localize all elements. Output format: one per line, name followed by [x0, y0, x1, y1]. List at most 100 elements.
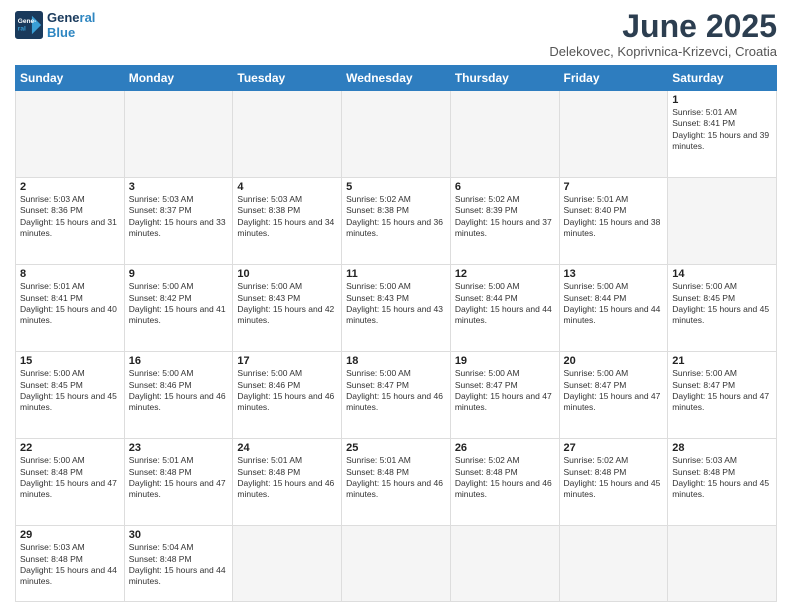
- table-row: [450, 526, 559, 602]
- table-row: [450, 91, 559, 178]
- day-number: 13: [564, 268, 664, 280]
- day-number: 15: [20, 355, 120, 367]
- col-tuesday: Tuesday: [233, 66, 342, 91]
- day-detail: Sunrise: 5:00 AMSunset: 8:47 PMDaylight:…: [455, 368, 555, 414]
- table-row: 15Sunrise: 5:00 AMSunset: 8:45 PMDayligh…: [16, 352, 125, 439]
- day-number: 11: [346, 268, 446, 280]
- day-detail: Sunrise: 5:03 AMSunset: 8:38 PMDaylight:…: [237, 194, 337, 240]
- table-row: 25Sunrise: 5:01 AMSunset: 8:48 PMDayligh…: [342, 439, 451, 526]
- table-row: 2Sunrise: 5:03 AMSunset: 8:36 PMDaylight…: [16, 178, 125, 265]
- day-number: 7: [564, 181, 664, 193]
- day-detail: Sunrise: 5:00 AMSunset: 8:44 PMDaylight:…: [455, 281, 555, 327]
- day-detail: Sunrise: 5:02 AMSunset: 8:48 PMDaylight:…: [564, 455, 664, 501]
- day-detail: Sunrise: 5:00 AMSunset: 8:47 PMDaylight:…: [672, 368, 772, 414]
- table-row: 24Sunrise: 5:01 AMSunset: 8:48 PMDayligh…: [233, 439, 342, 526]
- day-detail: Sunrise: 5:02 AMSunset: 8:38 PMDaylight:…: [346, 194, 446, 240]
- day-detail: Sunrise: 5:00 AMSunset: 8:46 PMDaylight:…: [129, 368, 229, 414]
- col-wednesday: Wednesday: [342, 66, 451, 91]
- table-row: 14Sunrise: 5:00 AMSunset: 8:45 PMDayligh…: [668, 265, 777, 352]
- day-detail: Sunrise: 5:00 AMSunset: 8:43 PMDaylight:…: [346, 281, 446, 327]
- title-block: June 2025 Delekovec, Koprivnica-Krizevci…: [549, 10, 777, 59]
- day-number: 23: [129, 442, 229, 454]
- location: Delekovec, Koprivnica-Krizevci, Croatia: [549, 44, 777, 59]
- day-detail: Sunrise: 5:00 AMSunset: 8:42 PMDaylight:…: [129, 281, 229, 327]
- table-row: 3Sunrise: 5:03 AMSunset: 8:37 PMDaylight…: [124, 178, 233, 265]
- table-row: 29Sunrise: 5:03 AMSunset: 8:48 PMDayligh…: [16, 526, 125, 602]
- logo-icon: Gene- ral: [15, 11, 43, 39]
- day-detail: Sunrise: 5:01 AMSunset: 8:41 PMDaylight:…: [20, 281, 120, 327]
- day-number: 3: [129, 181, 229, 193]
- day-number: 28: [672, 442, 772, 454]
- table-row: 30Sunrise: 5:04 AMSunset: 8:48 PMDayligh…: [124, 526, 233, 602]
- day-detail: Sunrise: 5:03 AMSunset: 8:36 PMDaylight:…: [20, 194, 120, 240]
- table-row: 19Sunrise: 5:00 AMSunset: 8:47 PMDayligh…: [450, 352, 559, 439]
- table-row: 18Sunrise: 5:00 AMSunset: 8:47 PMDayligh…: [342, 352, 451, 439]
- logo-text: General Blue: [47, 10, 95, 40]
- col-monday: Monday: [124, 66, 233, 91]
- day-number: 12: [455, 268, 555, 280]
- day-number: 27: [564, 442, 664, 454]
- table-row: [16, 91, 125, 178]
- table-row: 22Sunrise: 5:00 AMSunset: 8:48 PMDayligh…: [16, 439, 125, 526]
- day-detail: Sunrise: 5:00 AMSunset: 8:44 PMDaylight:…: [564, 281, 664, 327]
- month-title: June 2025: [549, 10, 777, 42]
- table-row: 21Sunrise: 5:00 AMSunset: 8:47 PMDayligh…: [668, 352, 777, 439]
- day-detail: Sunrise: 5:01 AMSunset: 8:48 PMDaylight:…: [129, 455, 229, 501]
- day-detail: Sunrise: 5:01 AMSunset: 8:48 PMDaylight:…: [237, 455, 337, 501]
- table-row: 6Sunrise: 5:02 AMSunset: 8:39 PMDaylight…: [450, 178, 559, 265]
- day-detail: Sunrise: 5:00 AMSunset: 8:45 PMDaylight:…: [20, 368, 120, 414]
- svg-text:ral: ral: [18, 26, 26, 33]
- calendar-header-row: Sunday Monday Tuesday Wednesday Thursday…: [16, 66, 777, 91]
- day-number: 4: [237, 181, 337, 193]
- table-row: 26Sunrise: 5:02 AMSunset: 8:48 PMDayligh…: [450, 439, 559, 526]
- day-number: 24: [237, 442, 337, 454]
- day-number: 9: [129, 268, 229, 280]
- day-number: 1: [672, 94, 772, 106]
- page: Gene- ral General Blue June 2025 Delekov…: [0, 0, 792, 612]
- table-row: [233, 526, 342, 602]
- svg-text:Gene-: Gene-: [18, 18, 36, 25]
- day-detail: Sunrise: 5:03 AMSunset: 8:48 PMDaylight:…: [672, 455, 772, 501]
- col-thursday: Thursday: [450, 66, 559, 91]
- day-number: 26: [455, 442, 555, 454]
- logo: Gene- ral General Blue: [15, 10, 95, 40]
- col-saturday: Saturday: [668, 66, 777, 91]
- day-detail: Sunrise: 5:00 AMSunset: 8:48 PMDaylight:…: [20, 455, 120, 501]
- day-detail: Sunrise: 5:03 AMSunset: 8:37 PMDaylight:…: [129, 194, 229, 240]
- day-detail: Sunrise: 5:04 AMSunset: 8:48 PMDaylight:…: [129, 542, 229, 588]
- header: Gene- ral General Blue June 2025 Delekov…: [15, 10, 777, 59]
- day-detail: Sunrise: 5:01 AMSunset: 8:40 PMDaylight:…: [564, 194, 664, 240]
- table-row: 16Sunrise: 5:00 AMSunset: 8:46 PMDayligh…: [124, 352, 233, 439]
- table-row: 23Sunrise: 5:01 AMSunset: 8:48 PMDayligh…: [124, 439, 233, 526]
- day-number: 10: [237, 268, 337, 280]
- table-row: 28Sunrise: 5:03 AMSunset: 8:48 PMDayligh…: [668, 439, 777, 526]
- table-row: 5Sunrise: 5:02 AMSunset: 8:38 PMDaylight…: [342, 178, 451, 265]
- table-row: [342, 91, 451, 178]
- table-row: 11Sunrise: 5:00 AMSunset: 8:43 PMDayligh…: [342, 265, 451, 352]
- day-number: 30: [129, 529, 229, 541]
- day-detail: Sunrise: 5:00 AMSunset: 8:47 PMDaylight:…: [346, 368, 446, 414]
- day-detail: Sunrise: 5:03 AMSunset: 8:48 PMDaylight:…: [20, 542, 120, 588]
- table-row: 17Sunrise: 5:00 AMSunset: 8:46 PMDayligh…: [233, 352, 342, 439]
- col-sunday: Sunday: [16, 66, 125, 91]
- day-number: 25: [346, 442, 446, 454]
- table-row: 13Sunrise: 5:00 AMSunset: 8:44 PMDayligh…: [559, 265, 668, 352]
- day-number: 29: [20, 529, 120, 541]
- table-row: 8Sunrise: 5:01 AMSunset: 8:41 PMDaylight…: [16, 265, 125, 352]
- day-number: 2: [20, 181, 120, 193]
- day-number: 20: [564, 355, 664, 367]
- table-row: [559, 91, 668, 178]
- day-number: 8: [20, 268, 120, 280]
- table-row: 10Sunrise: 5:00 AMSunset: 8:43 PMDayligh…: [233, 265, 342, 352]
- table-row: [668, 526, 777, 602]
- day-detail: Sunrise: 5:01 AMSunset: 8:41 PMDaylight:…: [672, 107, 772, 153]
- day-number: 22: [20, 442, 120, 454]
- day-number: 6: [455, 181, 555, 193]
- table-row: [124, 91, 233, 178]
- day-detail: Sunrise: 5:02 AMSunset: 8:39 PMDaylight:…: [455, 194, 555, 240]
- day-number: 18: [346, 355, 446, 367]
- day-detail: Sunrise: 5:00 AMSunset: 8:46 PMDaylight:…: [237, 368, 337, 414]
- calendar: Sunday Monday Tuesday Wednesday Thursday…: [15, 65, 777, 602]
- table-row: [233, 91, 342, 178]
- day-detail: Sunrise: 5:00 AMSunset: 8:43 PMDaylight:…: [237, 281, 337, 327]
